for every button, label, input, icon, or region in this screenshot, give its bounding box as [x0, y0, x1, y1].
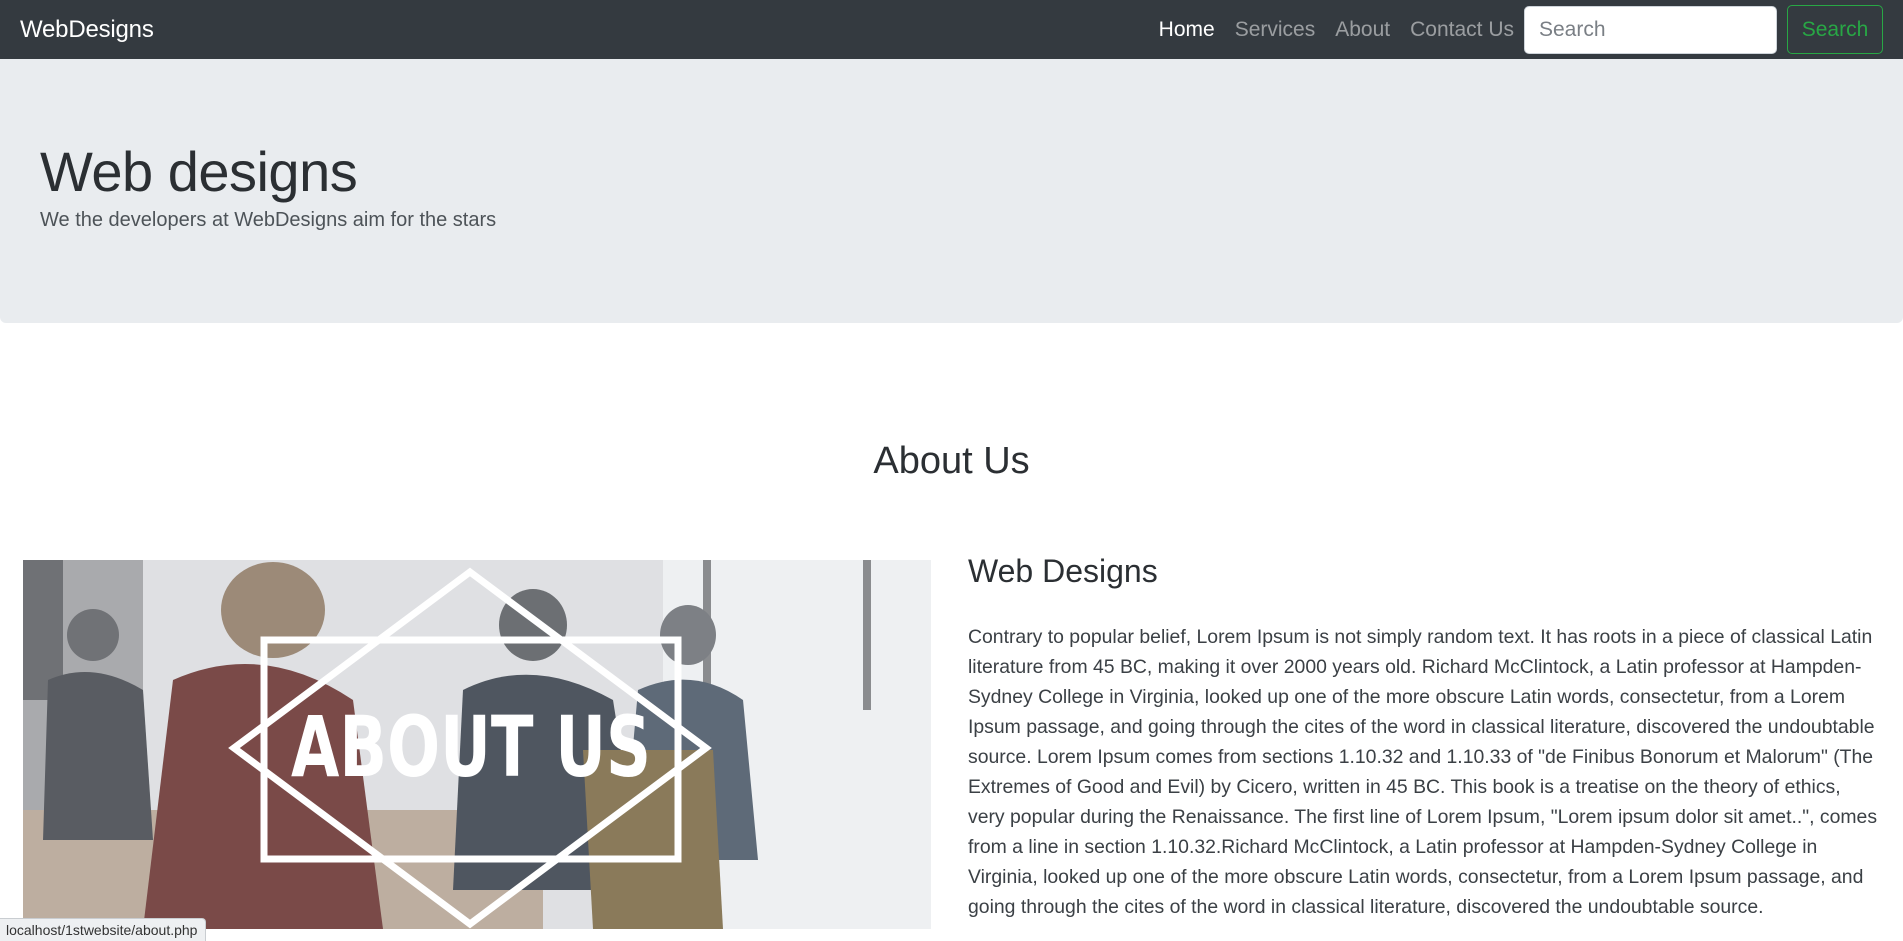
about-body-text: Contrary to popular belief, Lorem Ipsum …	[968, 626, 1878, 918]
jumbotron: Web designs We the developers at WebDesi…	[0, 59, 1903, 323]
jumbotron-title: Web designs	[40, 140, 358, 203]
jumbotron-lead: We the developers at WebDesigns aim for …	[40, 209, 497, 231]
nav-link-about[interactable]: About	[1335, 18, 1390, 42]
nav-links: Home Services About Contact Us	[1139, 18, 1514, 42]
about-image-graphic: ABOUT US	[23, 560, 931, 929]
nav-link-contact-us[interactable]: Contact Us	[1410, 18, 1514, 42]
nav-link-services[interactable]: Services	[1235, 18, 1316, 42]
browser-status-bar: localhost/1stwebsite/about.php	[0, 918, 207, 941]
navbar-right: Home Services About Contact Us Search	[1139, 5, 1883, 54]
about-heading: Web Designs	[968, 553, 1158, 589]
about-section-title: About Us	[873, 440, 1030, 482]
brand-link[interactable]: WebDesigns	[20, 16, 154, 44]
search-button[interactable]: Search	[1787, 5, 1883, 54]
about-image-caption: ABOUT US	[291, 698, 651, 796]
nav-link-home[interactable]: Home	[1159, 18, 1215, 42]
search-input[interactable]	[1524, 5, 1777, 54]
about-us-image: ABOUT US	[23, 560, 931, 929]
top-navbar: WebDesigns Home Services About Contact U…	[0, 0, 1903, 59]
